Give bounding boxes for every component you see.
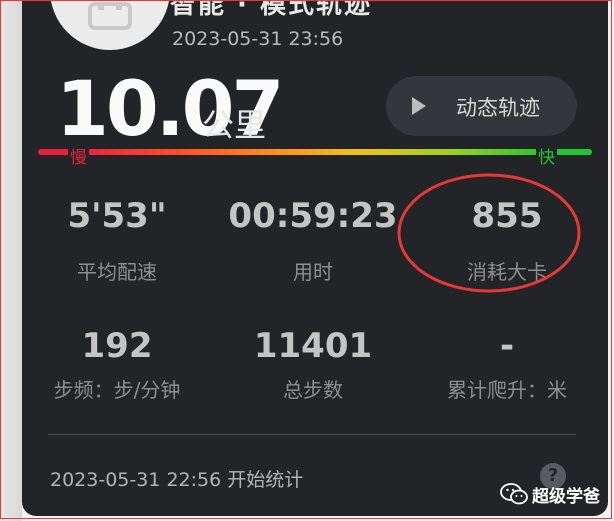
wechat-icon [500, 483, 528, 505]
cadence-label: 步频：步/分钟 [53, 378, 181, 402]
duration-value: 00:59:23 [228, 196, 398, 236]
duration-label: 用时 [293, 260, 333, 284]
dynamic-track-label: 动态轨迹 [456, 96, 540, 120]
distance-unit: 公里 [202, 106, 267, 144]
dynamic-track-button[interactable]: 动态轨迹 [386, 76, 577, 136]
watermark-text: 超级学爸 [532, 487, 600, 507]
workout-card: 智能 · 模式轨迹 2023-05-31 23:56 10.07 公里 动态轨迹… [22, 0, 608, 516]
speed-gradient-bar [38, 149, 592, 155]
divider [48, 434, 576, 435]
cadence-value: 192 [81, 326, 153, 366]
background-strip [0, 0, 22, 521]
avatar[interactable] [50, 0, 170, 50]
elevation-gain-label: 累计爬升：米 [447, 378, 567, 402]
play-icon [412, 97, 426, 115]
workout-date: 2023-05-31 23:56 [172, 28, 344, 50]
calories-label: 消耗大卡 [467, 260, 547, 284]
total-steps-value: 11401 [253, 326, 373, 366]
avg-pace-value: 5'53" [67, 196, 167, 236]
avg-pace-label: 平均配速 [77, 260, 157, 284]
start-time-text: 2023-05-31 22:56 开始统计 [50, 469, 304, 491]
speed-fast-label: 快 [536, 143, 557, 168]
workout-title: 智能 · 模式轨迹 [170, 0, 372, 20]
calories-value: 855 [471, 196, 543, 236]
device-icon [88, 2, 132, 30]
speed-slow-label: 慢 [68, 143, 89, 168]
elevation-gain-value: - [499, 326, 515, 366]
total-steps-label: 总步数 [283, 378, 343, 402]
